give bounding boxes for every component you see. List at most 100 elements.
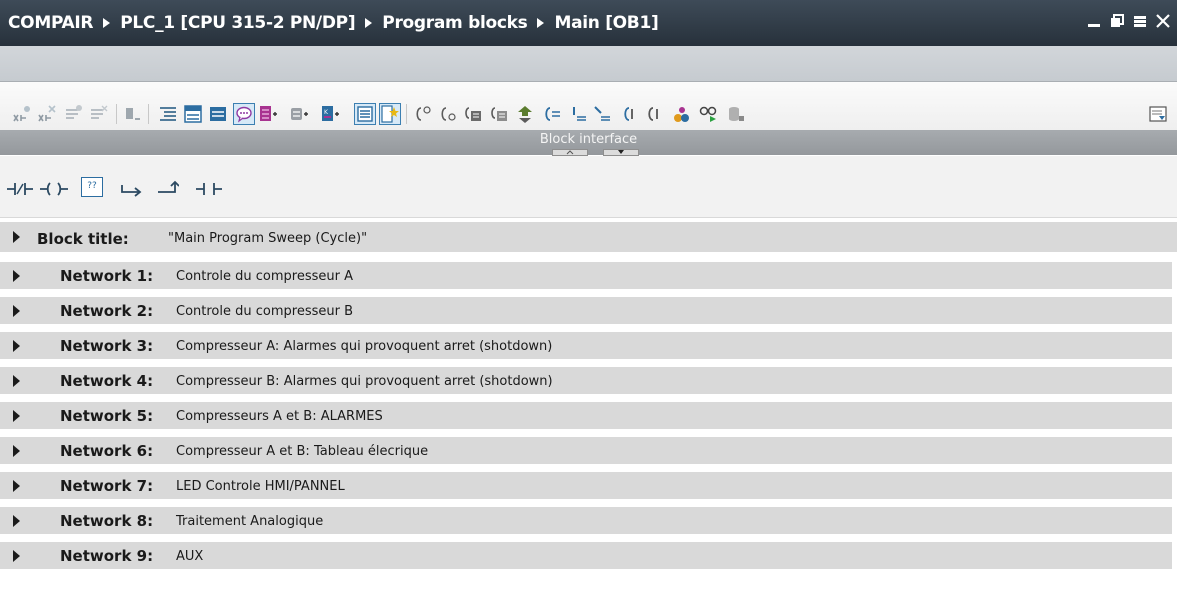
normally-closed-contact-icon[interactable] <box>7 180 33 198</box>
expand-arrow-icon[interactable] <box>13 375 20 387</box>
network-label: Network 9: <box>60 547 154 565</box>
panel-icon[interactable] <box>1148 104 1168 124</box>
block-title-row[interactable]: Block title: "Main Program Sweep (Cycle)… <box>0 220 1177 256</box>
expand-arrow-icon[interactable] <box>13 515 20 527</box>
down-icon[interactable] <box>592 104 612 124</box>
symbolic-info-icon[interactable]: K <box>320 104 340 124</box>
close-branch-icon[interactable] <box>438 104 458 124</box>
toolbar-separator <box>406 104 407 124</box>
close-icon[interactable] <box>1155 12 1171 30</box>
network-title: Traitement Analogique <box>176 514 324 529</box>
network-row[interactable]: Network 2: Controle du compresseur B <box>0 294 1177 327</box>
network-list: Block title: "Main Program Sweep (Cycle)… <box>0 220 1177 569</box>
close-branch-icon[interactable] <box>157 180 179 198</box>
network-box2-icon[interactable] <box>489 104 509 124</box>
network-row[interactable]: Network 6: Compresseur A et B: Tableau é… <box>0 434 1177 467</box>
block-interface-label: Block interface <box>539 132 638 147</box>
network-label: Network 5: <box>60 407 154 425</box>
open-branch-icon[interactable] <box>413 104 433 124</box>
expand-arrow-icon[interactable] <box>13 340 20 352</box>
expand-arrow-icon[interactable] <box>13 305 20 317</box>
open-branch-icon[interactable] <box>121 180 143 198</box>
title-bar: COMPAIR PLC_1 [CPU 315-2 PN/DP] Program … <box>0 0 1177 46</box>
insert-network-icon[interactable] <box>12 104 32 124</box>
expand-arrow-icon[interactable] <box>13 231 20 243</box>
network-label: Network 7: <box>60 477 154 495</box>
up-icon[interactable] <box>568 104 588 124</box>
symbolic-addressing-icon[interactable] <box>258 104 278 124</box>
breadcrumb-separator-icon <box>537 18 545 28</box>
jump-icon[interactable] <box>515 104 535 124</box>
network-row[interactable]: Network 7: LED Controle HMI/PANNEL <box>0 469 1177 502</box>
block-title-value: "Main Program Sweep (Cycle)" <box>168 231 368 246</box>
breadcrumb-plc[interactable]: PLC_1 [CPU 315-2 PN/DP] <box>120 13 355 33</box>
join-icon[interactable] <box>644 104 664 124</box>
splitter-down-handle[interactable] <box>603 149 639 156</box>
expand-arrow-icon[interactable] <box>13 445 20 457</box>
absolute-addressing-icon[interactable] <box>289 104 309 124</box>
network-title: LED Controle HMI/PANNEL <box>176 479 345 494</box>
network-title: Compresseurs A et B: ALARMES <box>176 409 383 424</box>
network-title: Compresseur B: Alarmes qui provoquent ar… <box>176 374 553 389</box>
expand-arrow-icon[interactable] <box>13 410 20 422</box>
coil-icon[interactable] <box>40 180 68 198</box>
favorite-toggle-icon[interactable] <box>354 103 376 125</box>
network-title: Controle du compresseur B <box>176 304 353 319</box>
toolbar-separator <box>116 104 117 124</box>
breadcrumb-program-blocks[interactable]: Program blocks <box>382 13 527 33</box>
minimize-icon[interactable] <box>1086 12 1102 30</box>
restore-icon[interactable] <box>1109 12 1125 30</box>
expand-arrow-icon[interactable] <box>13 550 20 562</box>
empty-box-text: ?? <box>87 181 97 191</box>
network-label: Network 3: <box>60 337 154 355</box>
monitor-icon[interactable] <box>672 104 692 124</box>
network-label: Network 6: <box>60 442 154 460</box>
star-icon[interactable] <box>379 103 401 125</box>
insert-row-icon[interactable] <box>64 104 84 124</box>
network-row[interactable]: Network 1: Controle du compresseur A <box>0 259 1177 292</box>
network-row[interactable]: Network 4: Compresseur B: Alarmes qui pr… <box>0 364 1177 397</box>
database-icon[interactable] <box>726 104 746 124</box>
go-to-icon[interactable] <box>542 104 562 124</box>
network-row[interactable]: Network 8: Traitement Analogique <box>0 504 1177 537</box>
network-row[interactable]: Network 3: Compresseur A: Alarmes qui pr… <box>0 329 1177 362</box>
splitter-up-handle[interactable] <box>552 149 588 156</box>
network-label: Network 1: <box>60 267 154 285</box>
align-icon[interactable] <box>158 104 178 124</box>
network-label: Network 2: <box>60 302 154 320</box>
favorites-icon[interactable] <box>208 104 228 124</box>
breadcrumb-separator-icon <box>103 18 111 28</box>
network-row[interactable]: Network 9: AUX <box>0 539 1177 572</box>
header-strip <box>0 46 1177 82</box>
network-row[interactable]: Network 5: Compresseurs A et B: ALARMES <box>0 399 1177 432</box>
editor-toolbar: K Block interface <box>0 82 1177 155</box>
breadcrumb-separator-icon <box>365 18 373 28</box>
toolbar-separator <box>148 104 149 124</box>
normally-open-contact-icon[interactable] <box>196 180 222 198</box>
network-box-icon[interactable] <box>463 104 483 124</box>
glasses-icon[interactable] <box>698 104 718 124</box>
block-interface-bar[interactable]: Block interface <box>0 130 1177 155</box>
network-label: Network 4: <box>60 372 154 390</box>
program-editor-window: COMPAIR PLC_1 [CPU 315-2 PN/DP] Program … <box>0 0 1177 592</box>
comments-icon[interactable] <box>233 103 255 125</box>
block-icon[interactable] <box>122 104 142 124</box>
lad-instruction-palette: ?? <box>0 156 1177 218</box>
split-icon[interactable] <box>620 104 640 124</box>
delete-row-icon[interactable] <box>89 104 109 124</box>
network-title: Compresseur A et B: Tableau élecrique <box>176 444 429 459</box>
network-label: Network 8: <box>60 512 154 530</box>
absolute-operands-icon[interactable] <box>183 104 203 124</box>
network-title: AUX <box>176 549 204 564</box>
network-title: Controle du compresseur A <box>176 269 353 284</box>
window-controls <box>1086 12 1171 30</box>
expand-arrow-icon[interactable] <box>13 480 20 492</box>
expand-arrow-icon[interactable] <box>13 270 20 282</box>
empty-box-icon[interactable]: ?? <box>81 177 103 197</box>
delete-network-icon[interactable] <box>37 104 57 124</box>
menu-icon[interactable] <box>1132 12 1148 30</box>
network-title: Compresseur A: Alarmes qui provoquent ar… <box>176 339 553 354</box>
breadcrumb-main-ob1[interactable]: Main [OB1] <box>554 13 658 33</box>
breadcrumb-project[interactable]: COMPAIR <box>8 13 94 33</box>
block-title-label: Block title: <box>37 230 129 248</box>
